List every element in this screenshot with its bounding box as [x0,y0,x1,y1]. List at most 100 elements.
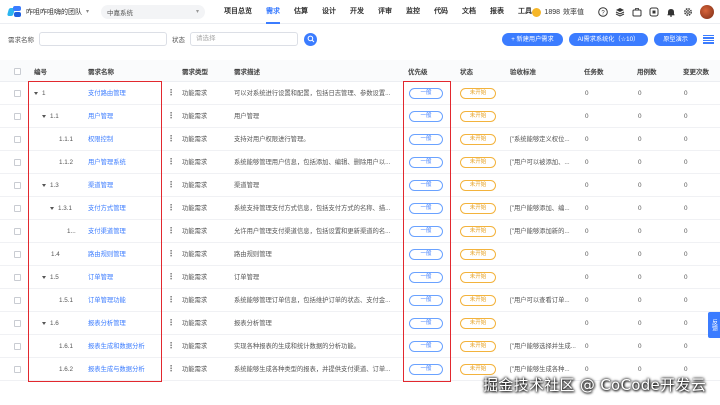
system-select[interactable]: 中嘉系统 ▾ [101,4,206,19]
nav-item[interactable]: 评审 [371,0,399,24]
ai-systemize-button[interactable]: AI需求系统化（☆10） [568,32,649,46]
more-actions-icon[interactable]: ⋮ [167,151,175,174]
expand-caret-icon[interactable] [42,183,46,187]
priority-badge[interactable]: 一般 [409,272,443,283]
settings-icon[interactable] [682,7,693,18]
row-checkbox[interactable] [14,274,21,281]
nav-item[interactable]: 需求 [259,0,287,24]
row-checkbox[interactable] [14,366,21,373]
select-all-checkbox[interactable] [14,68,21,75]
more-actions-icon[interactable]: ⋮ [167,312,175,335]
nav-item[interactable]: 代码 [427,0,455,24]
row-checkbox[interactable] [14,90,21,97]
briefcase-icon[interactable] [631,7,642,18]
row-name-link[interactable]: 支付渠道管理 [88,220,158,243]
status-badge[interactable]: 未开始 [460,249,496,260]
row-checkbox[interactable] [14,159,21,166]
priority-badge[interactable]: 一般 [409,88,443,99]
nav-item[interactable]: 设计 [315,0,343,24]
expand-caret-icon[interactable] [50,206,54,210]
nav-item[interactable]: 监控 [399,0,427,24]
row-name-link[interactable]: 用户管理系统 [88,151,158,174]
more-actions-icon[interactable]: ⋮ [167,266,175,289]
priority-badge[interactable]: 一般 [409,318,443,329]
list-view-icon[interactable] [703,34,714,45]
priority-badge[interactable]: 一般 [409,364,443,375]
status-badge[interactable]: 未开始 [460,341,496,352]
efficiency-counter[interactable]: 1898 效率值 [532,7,584,17]
table-row[interactable]: 1.6.1 报表生成和数据分析 ⋮ 功能需求 实现各种报表的生成和统计数据的分析功能。 一… [0,335,720,358]
more-actions-icon[interactable]: ⋮ [167,335,175,358]
nav-item[interactable]: 估算 [287,0,315,24]
priority-badge[interactable]: 一般 [409,295,443,306]
row-name-link[interactable]: 订单管理功能 [88,289,158,312]
user-avatar[interactable] [700,5,714,19]
help-icon[interactable]: ? [597,7,608,18]
more-actions-icon[interactable]: ⋮ [167,82,175,105]
priority-badge[interactable]: 一般 [409,226,443,237]
more-actions-icon[interactable]: ⋮ [167,220,175,243]
row-checkbox[interactable] [14,113,21,120]
table-row[interactable]: 1.3 渠道管理 ⋮ 功能需求 渠道管理 一般 未开始 0 0 0 [0,174,720,197]
row-name-link[interactable]: 报表生成与数据分析 [88,358,158,381]
row-checkbox[interactable] [14,297,21,304]
priority-badge[interactable]: 一般 [409,180,443,191]
row-name-link[interactable]: 订单管理 [88,266,158,289]
row-name-link[interactable]: 路由规则管理 [88,243,158,266]
row-name-link[interactable]: 报表分析管理 [88,312,158,335]
status-badge[interactable]: 未开始 [460,318,496,329]
status-badge[interactable]: 未开始 [460,272,496,283]
priority-badge[interactable]: 一般 [409,111,443,122]
table-row[interactable]: 1.5 订单管理 ⋮ 功能需求 订单管理 一般 未开始 0 0 0 [0,266,720,289]
expand-caret-icon[interactable] [34,91,38,95]
table-row[interactable]: 1.3.1 支付方式管理 ⋮ 功能需求 系统支持管理支付方式信息，包括支付方式的名称、描… [0,197,720,220]
table-row[interactable]: 1.1.1 权限控制 ⋮ 功能需求 支持对用户权限进行管理。 一般 未开始 ["系统能够定义权… [0,128,720,151]
app-icon[interactable] [648,7,659,18]
status-badge[interactable]: 未开始 [460,295,496,306]
table-row[interactable]: 1.6 报表分析管理 ⋮ 功能需求 报表分析管理 一般 未开始 0 0 0 [0,312,720,335]
table-row[interactable]: 1... 支付渠道管理 ⋮ 功能需求 允许用户管理支付渠道信息，包括设置和更新渠道的名.… [0,220,720,243]
search-button[interactable] [304,32,317,46]
table-row[interactable]: 1.1.2 用户管理系统 ⋮ 功能需求 系统能够管理用户信息，包括添加、编辑、删除用户以… [0,151,720,174]
expand-caret-icon[interactable] [42,275,46,279]
row-checkbox[interactable] [14,251,21,258]
new-requirement-button[interactable]: + 新建用户需求 [502,32,563,46]
row-name-link[interactable]: 支付路由管理 [88,82,158,105]
feedback-tab[interactable]: 反馈 [708,312,720,338]
row-checkbox[interactable] [14,205,21,212]
nav-item[interactable]: 项目总览 [217,0,259,24]
more-actions-icon[interactable]: ⋮ [167,358,175,381]
priority-badge[interactable]: 一般 [409,203,443,214]
layers-icon[interactable] [614,7,625,18]
row-name-link[interactable]: 报表生成和数据分析 [88,335,158,358]
row-checkbox[interactable] [14,228,21,235]
status-badge[interactable]: 未开始 [460,134,496,145]
row-name-link[interactable]: 支付方式管理 [88,197,158,220]
row-name-link[interactable]: 用户管理 [88,105,158,128]
table-row[interactable]: 1 支付路由管理 ⋮ 功能需求 可以对系统进行设置和配置，包括日志管理、参数设置... 一… [0,82,720,105]
prototype-demo-button[interactable]: 原型演示 [654,32,697,46]
status-badge[interactable]: 未开始 [460,88,496,99]
expand-caret-icon[interactable] [42,114,46,118]
status-badge[interactable]: 未开始 [460,157,496,168]
priority-badge[interactable]: 一般 [409,134,443,145]
priority-badge[interactable]: 一般 [409,157,443,168]
row-checkbox[interactable] [14,320,21,327]
name-filter-input[interactable] [39,32,167,46]
more-actions-icon[interactable]: ⋮ [167,174,175,197]
more-actions-icon[interactable]: ⋮ [167,243,175,266]
row-name-link[interactable]: 渠道管理 [88,174,158,197]
nav-item[interactable]: 报表 [483,0,511,24]
more-actions-icon[interactable]: ⋮ [167,105,175,128]
row-checkbox[interactable] [14,182,21,189]
table-row[interactable]: 1.1 用户管理 ⋮ 功能需求 用户管理 一般 未开始 0 0 0 [0,105,720,128]
table-row[interactable]: 1.4 路由规则管理 ⋮ 功能需求 路由规则管理 一般 未开始 0 0 0 [0,243,720,266]
row-checkbox[interactable] [14,343,21,350]
status-badge[interactable]: 未开始 [460,226,496,237]
more-actions-icon[interactable]: ⋮ [167,197,175,220]
status-badge[interactable]: 未开始 [460,180,496,191]
expand-caret-icon[interactable] [42,321,46,325]
row-name-link[interactable]: 权限控制 [88,128,158,151]
nav-item[interactable]: 开发 [343,0,371,24]
status-badge[interactable]: 未开始 [460,111,496,122]
